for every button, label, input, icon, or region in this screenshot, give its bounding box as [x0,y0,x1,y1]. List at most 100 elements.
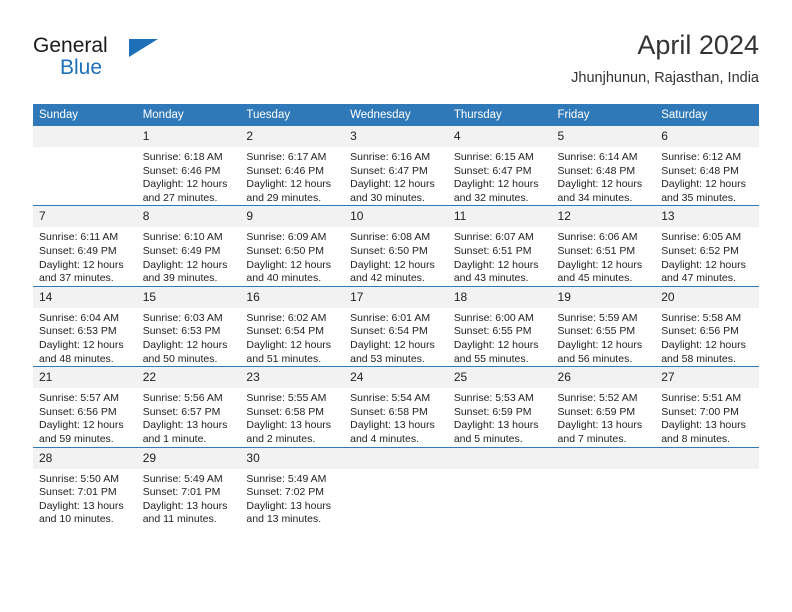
sunset-time: Sunset: 6:49 PM [39,244,117,257]
day-details: Sunrise: 6:18 AM Sunset: 6:46 PM Daylight:… [137,147,241,205]
day-number: 30 [240,447,345,469]
calendar-day-cell[interactable]: 28 Sunrise: 5:50 AM Sunset: 7:01 PM Dayligh… [33,446,137,527]
sunset-time: Sunset: 6:52 PM [661,244,739,257]
sunset-time: Sunset: 6:51 PM [557,244,636,257]
daylight-duration-line2: and 1 minute. [142,432,207,445]
day-details: Sunrise: 5:49 AM Sunset: 7:02 PM Daylight:… [240,469,344,527]
day-details: Sunrise: 6:04 AM Sunset: 6:53 PM Daylight:… [33,308,137,366]
day-details: Sunrise: 5:53 AM Sunset: 6:59 PM Daylight:… [448,388,552,446]
sunset-time: Sunset: 6:54 PM [246,325,325,338]
day-details: Sunrise: 6:06 AM Sunset: 6:51 PM Daylight:… [552,227,656,285]
calendar-day-cell[interactable]: 5 Sunrise: 6:14 AM Sunset: 6:48 PM Daylight… [551,126,656,206]
day-number: 25 [447,367,552,389]
sunset-time: Sunset: 6:50 PM [350,244,428,257]
sunset-time: Sunset: 6:53 PM [142,325,221,338]
daylight-duration-line2: and 50 minutes. [142,352,218,365]
calendar-day-cell[interactable]: 20 Sunrise: 5:58 AM Sunset: 6:56 PM Dayligh… [655,285,759,367]
daylight-duration-line1: Daylight: 12 hours [246,258,332,271]
sunrise-time: Sunrise: 5:54 AM [350,392,431,405]
sunset-time: Sunset: 6:50 PM [246,244,325,257]
weekday-header-sunday: Sunday [33,104,137,126]
calendar-day-cell[interactable]: 27 Sunrise: 5:51 AM Sunset: 7:00 PM Dayligh… [655,366,759,447]
daylight-duration-line1: Daylight: 13 hours [246,499,332,512]
calendar-day-cell[interactable]: 15 Sunrise: 6:03 AM Sunset: 6:53 PM Dayligh… [136,285,241,367]
daylight-duration-line2: and 35 minutes. [661,191,736,204]
day-number: 5 [551,126,656,147]
calendar-table: Sunday Monday Tuesday Wednesday Thursday… [33,104,759,527]
daylight-duration-line1: Daylight: 12 hours [246,178,332,191]
calendar-day-cell[interactable]: 1 Sunrise: 6:18 AM Sunset: 6:46 PM Daylight… [136,126,241,206]
calendar-day-cell[interactable]: 3 Sunrise: 6:16 AM Sunset: 6:47 PM Daylight… [344,126,448,206]
day-number: 9 [240,206,345,228]
calendar-day-cell[interactable]: 25 Sunrise: 5:53 AM Sunset: 6:59 PM Dayligh… [447,366,552,447]
sunset-time: Sunset: 6:47 PM [350,164,428,177]
sunset-time: Sunset: 6:48 PM [661,164,739,177]
calendar-day-cell[interactable]: 23 Sunrise: 5:55 AM Sunset: 6:58 PM Dayligh… [240,366,345,447]
sunrise-time: Sunrise: 6:07 AM [453,231,534,244]
calendar-day-cell[interactable]: 13 Sunrise: 6:05 AM Sunset: 6:52 PM Dayligh… [655,205,759,287]
day-details: Sunrise: 6:00 AM Sunset: 6:55 PM Daylight:… [448,308,552,366]
sunrise-time: Sunrise: 6:04 AM [39,311,119,324]
sunset-time: Sunset: 6:54 PM [350,325,428,338]
day-number [447,447,552,469]
calendar-day-cell[interactable]: 14 Sunrise: 6:04 AM Sunset: 6:53 PM Dayligh… [33,285,137,367]
daylight-duration-line2: and 27 minutes. [142,191,218,204]
daylight-duration-line2: and 42 minutes. [350,272,425,285]
day-number [551,447,656,469]
day-details: Sunrise: 6:01 AM Sunset: 6:54 PM Daylight:… [344,308,448,366]
day-number: 11 [447,206,552,228]
general-blue-logo: General Blue [33,34,163,86]
sunset-time: Sunset: 6:55 PM [453,325,532,338]
weekday-header-saturday: Saturday [655,104,759,126]
calendar-day-cell[interactable]: 8 Sunrise: 6:10 AM Sunset: 6:49 PM Daylight… [136,205,241,287]
sunrise-time: Sunrise: 6:06 AM [557,231,638,244]
calendar-day-cell[interactable]: 7 Sunrise: 6:11 AM Sunset: 6:49 PM Daylight… [33,205,137,287]
daylight-duration-line2: and 10 minutes. [39,513,114,526]
sunrise-time: Sunrise: 5:53 AM [453,392,534,405]
sunrise-time: Sunrise: 6:03 AM [142,311,223,324]
calendar-day-cell[interactable]: 2 Sunrise: 6:17 AM Sunset: 6:46 PM Daylight… [240,126,345,206]
calendar-day-cell[interactable]: 6 Sunrise: 6:12 AM Sunset: 6:48 PM Daylight… [655,126,759,206]
day-number: 4 [447,126,552,147]
calendar-week-row: 1 Sunrise: 6:18 AM Sunset: 6:46 PM Daylight… [33,126,759,206]
daylight-duration-line2: and 32 minutes. [453,191,529,204]
day-number: 1 [136,126,241,147]
calendar-day-cell[interactable]: 9 Sunrise: 6:09 AM Sunset: 6:50 PM Daylight… [240,205,345,287]
day-details: Sunrise: 6:10 AM Sunset: 6:49 PM Daylight:… [137,227,241,285]
calendar-day-cell[interactable]: 30 Sunrise: 5:49 AM Sunset: 7:02 PM Dayligh… [240,446,345,527]
calendar-day-cell[interactable]: 4 Sunrise: 6:15 AM Sunset: 6:47 PM Daylight… [447,126,552,206]
calendar-day-cell[interactable]: 10 Sunrise: 6:08 AM Sunset: 6:50 PM Dayligh… [344,205,448,287]
calendar-day-cell[interactable]: 12 Sunrise: 6:06 AM Sunset: 6:51 PM Dayligh… [551,205,656,287]
calendar-day-cell[interactable]: 18 Sunrise: 6:00 AM Sunset: 6:55 PM Dayligh… [447,285,552,367]
daylight-duration-line2: and 2 minutes. [246,432,316,445]
calendar-day-cell[interactable]: 17 Sunrise: 6:01 AM Sunset: 6:54 PM Dayligh… [344,285,448,367]
sunrise-time: Sunrise: 6:14 AM [557,151,638,163]
sunset-time: Sunset: 6:53 PM [39,325,117,338]
day-number: 10 [344,206,448,228]
calendar-day-cell[interactable]: 24 Sunrise: 5:54 AM Sunset: 6:58 PM Dayligh… [344,366,448,447]
day-number: 29 [136,447,241,469]
calendar-day-cell[interactable]: 22 Sunrise: 5:56 AM Sunset: 6:57 PM Dayligh… [136,366,241,447]
day-number: 14 [33,286,137,308]
daylight-duration-line2: and 47 minutes. [661,272,736,285]
day-details: Sunrise: 5:57 AM Sunset: 6:56 PM Daylight:… [33,388,137,446]
sunrise-time: Sunrise: 6:00 AM [453,311,534,324]
day-number: 12 [551,206,656,228]
day-details: Sunrise: 6:05 AM Sunset: 6:52 PM Daylight:… [655,227,759,285]
calendar-day-cell[interactable]: 26 Sunrise: 5:52 AM Sunset: 6:59 PM Dayligh… [551,366,656,447]
sunset-time: Sunset: 7:01 PM [142,486,221,499]
day-number [655,447,759,469]
calendar-day-cell[interactable]: 21 Sunrise: 5:57 AM Sunset: 6:56 PM Dayligh… [33,366,137,447]
sunset-time: Sunset: 6:46 PM [246,164,325,177]
calendar-day-cell[interactable]: 16 Sunrise: 6:02 AM Sunset: 6:54 PM Dayligh… [240,285,345,367]
day-details: Sunrise: 6:07 AM Sunset: 6:51 PM Daylight:… [448,227,552,285]
daylight-duration-line2: and 55 minutes. [453,352,529,365]
calendar-day-cell[interactable]: 19 Sunrise: 5:59 AM Sunset: 6:55 PM Dayligh… [551,285,656,367]
calendar-day-cell[interactable]: 29 Sunrise: 5:49 AM Sunset: 7:01 PM Dayligh… [136,446,241,527]
daylight-duration-line2: and 5 minutes. [453,432,523,445]
sunset-time: Sunset: 6:59 PM [557,405,636,418]
day-number: 3 [344,126,448,147]
weekday-header-row: Sunday Monday Tuesday Wednesday Thursday… [33,104,759,126]
calendar-day-cell[interactable]: 11 Sunrise: 6:07 AM Sunset: 6:51 PM Dayligh… [447,205,552,287]
calendar-body: 1 Sunrise: 6:18 AM Sunset: 6:46 PM Daylight… [33,126,759,527]
